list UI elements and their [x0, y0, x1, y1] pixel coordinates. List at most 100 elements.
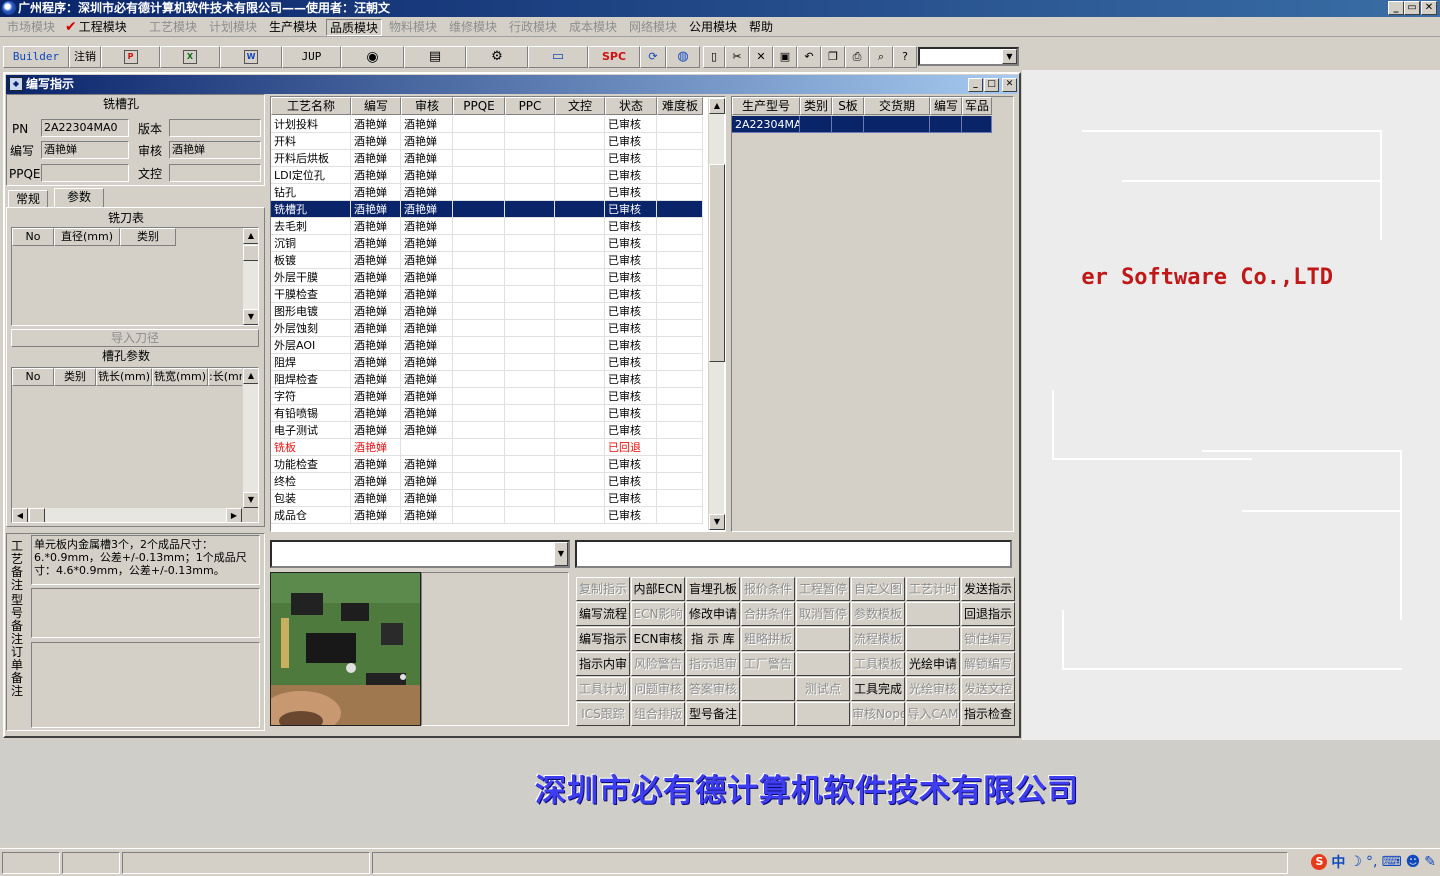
action-button[interactable]: [796, 652, 850, 676]
action-button[interactable]: 工具模板: [851, 652, 905, 676]
action-button[interactable]: 编写指示: [576, 627, 630, 651]
import-tool-button[interactable]: 导入刀径: [11, 329, 259, 347]
action-button[interactable]: 指示退审: [686, 652, 740, 676]
moon-icon[interactable]: ☽: [1349, 854, 1362, 870]
action-button[interactable]: ICS跟踪: [576, 702, 630, 726]
column-header[interactable]: 类别: [120, 228, 176, 246]
scroll-down-icon[interactable]: ▼: [709, 514, 725, 530]
action-button[interactable]: 修改申请: [686, 602, 740, 626]
action-button[interactable]: 解锁编写: [961, 652, 1015, 676]
table-row[interactable]: 包装 酒艳婵 酒艳婵 已审核: [271, 490, 703, 507]
action-button[interactable]: 测试点: [796, 677, 850, 701]
table-row[interactable]: 铣槽孔 酒艳婵 酒艳婵 已审核: [271, 201, 703, 218]
table-row[interactable]: 干膜检查 酒艳婵 酒艳婵 已审核: [271, 286, 703, 303]
user-icon[interactable]: ☻: [1406, 854, 1421, 870]
column-header[interactable]: 编写: [930, 97, 962, 115]
action-button[interactable]: 风险警告: [631, 652, 685, 676]
scroll-up-icon[interactable]: ▲: [243, 368, 258, 384]
action-button[interactable]: 自定义图: [851, 577, 905, 601]
powerpoint-button[interactable]: P: [101, 46, 160, 68]
process-scrollbar[interactable]: ▲ ▼: [708, 98, 725, 530]
action-button[interactable]: 光绘审核: [906, 677, 960, 701]
note-select[interactable]: ▼: [270, 540, 570, 568]
column-header[interactable]: 状态: [605, 97, 657, 115]
column-header[interactable]: No: [12, 228, 54, 246]
gears-button[interactable]: ⚙: [466, 46, 528, 68]
action-button[interactable]: 内部ECN: [631, 577, 685, 601]
scroll-up-icon[interactable]: ▲: [243, 228, 258, 244]
action-button[interactable]: 指 示 库: [686, 627, 740, 651]
cut-button[interactable]: ✂: [725, 46, 749, 68]
writer-field[interactable]: 酒艳婵: [41, 141, 129, 159]
reviewer-field[interactable]: 酒艳婵: [169, 141, 261, 159]
action-button[interactable]: 回退指示: [961, 602, 1015, 626]
action-button[interactable]: 工厂警告: [741, 652, 795, 676]
comment-input[interactable]: [575, 540, 1012, 568]
menu-item[interactable]: ✔ 工程模块: [62, 19, 130, 36]
table-row[interactable]: 板镀 酒艳婵 酒艳婵 已审核: [271, 252, 703, 269]
column-header[interactable]: 工艺名称: [271, 97, 351, 115]
jup-button[interactable]: JUP: [282, 46, 341, 68]
menu-item[interactable]: 计划模块: [206, 19, 260, 36]
table-row[interactable]: 外层蚀刻 酒艳婵 酒艳婵 已审核: [271, 320, 703, 337]
action-button[interactable]: 合拼条件: [741, 602, 795, 626]
column-header[interactable]: PPQE: [453, 97, 505, 115]
action-button[interactable]: 光绘申请: [906, 652, 960, 676]
column-header[interactable]: 军品: [962, 97, 992, 115]
action-button[interactable]: ECN影响: [631, 602, 685, 626]
ime-toolbar[interactable]: S 中 ☽ °, ⌨ ☻ ✎: [1311, 853, 1436, 871]
table-row[interactable]: 电子测试 酒艳婵 酒艳婵 已审核: [271, 422, 703, 439]
column-header[interactable]: 文控: [555, 97, 605, 115]
ppqe-field[interactable]: [41, 164, 129, 182]
action-button[interactable]: 工具完成: [851, 677, 905, 701]
builder-button[interactable]: Builder: [3, 46, 69, 68]
menu-item[interactable]: 维修模块: [446, 19, 500, 36]
action-button[interactable]: 工具计划: [576, 677, 630, 701]
action-button[interactable]: 报价条件: [741, 577, 795, 601]
table-row[interactable]: 图形电镀 酒艳婵 酒艳婵 已审核: [271, 303, 703, 320]
model-note-field[interactable]: [31, 588, 260, 638]
wrench-icon[interactable]: ✎: [1424, 854, 1436, 870]
table-row[interactable]: 字符 酒艳婵 酒艳婵 已审核: [271, 388, 703, 405]
action-button[interactable]: [741, 702, 795, 726]
menu-item[interactable]: 品质模块: [326, 19, 383, 36]
help-button[interactable]: ?: [893, 46, 917, 68]
action-button[interactable]: 发送文控: [961, 677, 1015, 701]
scroll-down-icon[interactable]: ▼: [243, 492, 258, 508]
logout-button[interactable]: 注销: [69, 46, 101, 68]
delete-button[interactable]: ✕: [749, 46, 773, 68]
action-button[interactable]: [741, 677, 795, 701]
refresh-button[interactable]: ⟳: [640, 46, 666, 68]
scroll-down-icon[interactable]: ▼: [243, 309, 258, 325]
table-row[interactable]: 成品仓 酒艳婵 酒艳婵 已审核: [271, 507, 703, 524]
action-button[interactable]: 编写流程: [576, 602, 630, 626]
computer-button[interactable]: ▭: [528, 46, 588, 68]
table-row[interactable]: 钻孔 酒艳婵 酒艳婵 已审核: [271, 184, 703, 201]
close-button[interactable]: ✕: [1421, 1, 1437, 15]
punct-icon[interactable]: °,: [1366, 854, 1377, 870]
menu-item[interactable]: 网络模块: [626, 19, 680, 36]
menu-item[interactable]: 工艺模块: [146, 19, 200, 36]
column-header[interactable]: 铣长(mm): [96, 368, 152, 386]
column-header[interactable]: 直径(mm): [54, 228, 120, 246]
column-header[interactable]: PPC: [505, 97, 555, 115]
keyboard-icon[interactable]: ⌨: [1381, 854, 1401, 870]
table-row[interactable]: 沉铜 酒艳婵 酒艳婵 已审核: [271, 235, 703, 252]
ime-logo-icon[interactable]: S: [1311, 854, 1328, 870]
scroll-thumb[interactable]: [709, 164, 725, 362]
slot-hscrollbar[interactable]: ◀ ▶: [12, 508, 242, 522]
order-note-field[interactable]: [31, 642, 260, 728]
tab-general[interactable]: 常规: [8, 190, 48, 208]
scroll-up-icon[interactable]: ▲: [709, 98, 725, 114]
table-row[interactable]: 2A22304MA0: [732, 116, 992, 133]
find-button[interactable]: ⌕: [869, 46, 893, 68]
version-field[interactable]: [169, 119, 261, 137]
action-button[interactable]: 型号备注: [686, 702, 740, 726]
menu-item[interactable]: 成本模块: [566, 19, 620, 36]
column-header[interactable]: 难度板: [657, 97, 703, 115]
table-row[interactable]: 阻焊 酒艳婵 酒艳婵 已审核: [271, 354, 703, 371]
tab-params[interactable]: 参数: [54, 188, 104, 208]
action-button[interactable]: 导入CAM: [906, 702, 960, 726]
column-header[interactable]: S板: [832, 97, 864, 115]
scroll-thumb[interactable]: [29, 508, 45, 522]
